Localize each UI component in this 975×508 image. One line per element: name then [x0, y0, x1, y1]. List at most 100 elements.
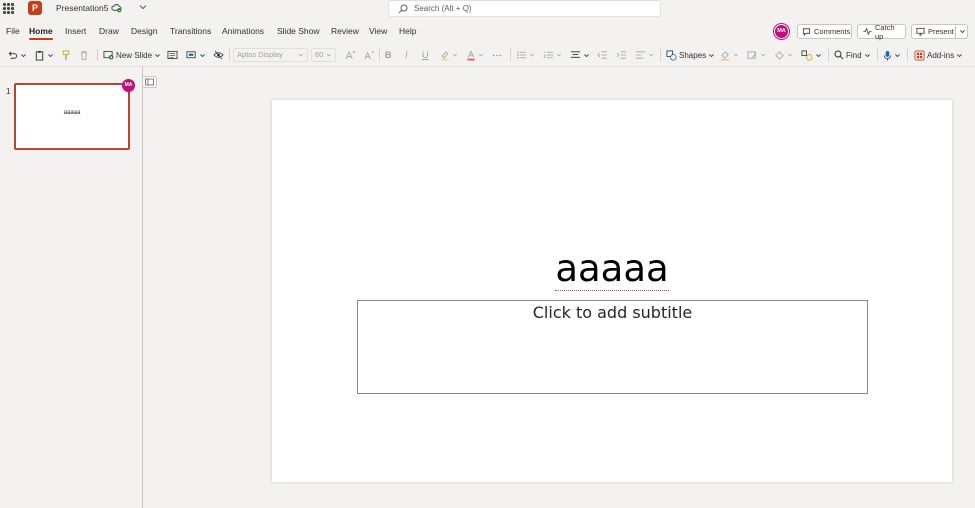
catch-up-label: Catch up: [875, 22, 895, 41]
underline-button[interactable]: U: [422, 48, 429, 62]
font-size-select[interactable]: 60: [311, 48, 336, 62]
decrease-font-icon: [364, 51, 375, 60]
catch-up-button[interactable]: Catch up: [857, 22, 906, 41]
find-button[interactable]: Find: [834, 48, 871, 62]
tab-file[interactable]: File: [6, 26, 20, 36]
highlight-button[interactable]: [440, 48, 458, 62]
italic-icon: I: [405, 50, 408, 60]
chevron-down-icon[interactable]: [138, 2, 148, 12]
shapes-icon: [666, 50, 677, 60]
shape-effects-button[interactable]: [774, 48, 793, 62]
chevron-down-icon: [733, 53, 739, 57]
chevron-down-icon: [709, 53, 715, 57]
thumbnail-title: aaaaa: [63, 110, 81, 116]
dictate-button[interactable]: [883, 48, 901, 62]
chevron-down-icon: [452, 53, 458, 57]
tab-home[interactable]: Home: [29, 26, 53, 40]
chevron-down-icon: [21, 53, 26, 57]
text-direction-button[interactable]: [635, 48, 654, 62]
document-title[interactable]: Presentation5: [56, 3, 108, 13]
present-dropdown-icon[interactable]: [959, 28, 966, 35]
tab-view[interactable]: View: [369, 26, 387, 36]
chevron-down-icon: [298, 53, 304, 57]
slide-thumbnail-1[interactable]: aaaaa: [14, 83, 130, 150]
thumbnail-number: 1: [6, 87, 11, 96]
shape-outline-button[interactable]: [747, 48, 766, 62]
slide-title-placeholder[interactable]: aaaaa: [272, 247, 952, 291]
undo-button[interactable]: [7, 48, 27, 62]
trash-icon: [80, 50, 88, 60]
search-box[interactable]: Search (Alt + Q): [388, 0, 661, 17]
align-center-icon: [570, 51, 581, 58]
search-placeholder: Search (Alt + Q): [414, 4, 472, 13]
arrange-button[interactable]: [801, 48, 822, 62]
chevron-down-icon: [895, 53, 900, 57]
comment-icon: [802, 28, 811, 36]
tab-transitions[interactable]: Transitions: [170, 26, 211, 36]
font-name-select[interactable]: Aptos Display: [233, 48, 308, 62]
collapse-pane-button[interactable]: [142, 76, 157, 88]
slide-layout-button[interactable]: [167, 48, 178, 62]
tab-animations[interactable]: Animations: [222, 26, 264, 36]
tab-design[interactable]: Design: [131, 26, 157, 36]
user-avatar[interactable]: MA: [774, 24, 789, 39]
app-launcher-icon[interactable]: [3, 3, 14, 14]
layout-icon: [167, 50, 178, 60]
shape-fill-button[interactable]: [720, 48, 739, 62]
delete-button[interactable]: [79, 48, 89, 62]
new-slide-label: New Slide: [116, 50, 153, 60]
shapes-label: Shapes: [679, 50, 707, 60]
increase-indent-button[interactable]: [616, 48, 627, 62]
slides-icon: [186, 51, 196, 59]
numbered-list-icon: [543, 51, 554, 59]
tab-slide-show[interactable]: Slide Show: [277, 26, 320, 36]
find-label: Find: [846, 50, 862, 60]
reuse-slides-button[interactable]: [186, 48, 206, 62]
chevron-down-icon: [787, 53, 793, 57]
decrease-indent-button[interactable]: [597, 48, 608, 62]
clipboard-icon: [35, 50, 44, 61]
numbering-button[interactable]: [543, 48, 562, 62]
tab-draw[interactable]: Draw: [99, 26, 119, 36]
underline-icon: U: [422, 50, 429, 60]
shapes-button[interactable]: Shapes: [666, 48, 715, 62]
subtitle-placeholder[interactable]: Click to add subtitle: [357, 300, 868, 394]
more-font-options-button[interactable]: ···: [492, 48, 502, 62]
cloud-saved-icon: [111, 4, 122, 13]
hide-slide-button[interactable]: [213, 48, 224, 62]
comments-button[interactable]: Comments: [797, 24, 852, 39]
chevron-down-icon: [584, 53, 589, 57]
slide-title-text: aaaaa: [555, 247, 669, 291]
bullet-list-icon: [517, 51, 527, 59]
chevron-down-icon: [556, 53, 562, 57]
slide-1[interactable]: aaaaa Click to add subtitle: [272, 100, 952, 482]
present-button[interactable]: Present: [911, 24, 968, 39]
italic-button[interactable]: I: [405, 48, 408, 62]
chevron-down-icon: [155, 53, 160, 57]
tab-insert[interactable]: Insert: [65, 26, 86, 36]
increase-font-size-button[interactable]: [345, 48, 356, 62]
font-name-value: Aptos Display: [237, 50, 283, 59]
bullets-button[interactable]: [516, 48, 535, 62]
tab-review[interactable]: Review: [331, 26, 359, 36]
tab-help[interactable]: Help: [399, 26, 416, 36]
search-icon: [398, 4, 408, 14]
add-ins-button[interactable]: Add-ins: [914, 48, 963, 62]
font-color-button[interactable]: [466, 48, 484, 62]
bold-icon: B: [385, 50, 392, 60]
format-painter-button[interactable]: [61, 48, 71, 62]
add-ins-icon: [914, 50, 925, 60]
align-button[interactable]: [570, 48, 590, 62]
text-direction-icon: [635, 51, 646, 59]
font-size-value: 60: [315, 50, 324, 59]
title-bar: P Presentation5 Search (Alt + Q): [0, 0, 975, 20]
paste-button[interactable]: [34, 48, 54, 62]
bold-button[interactable]: B: [385, 48, 392, 62]
arrange-icon: [801, 50, 813, 60]
new-slide-button[interactable]: New Slide: [103, 48, 161, 62]
chevron-down-icon: [478, 53, 484, 57]
present-label: Present: [928, 27, 954, 36]
shape-effects-icon: [775, 50, 784, 60]
chevron-down-icon: [200, 53, 205, 57]
decrease-font-size-button[interactable]: [364, 48, 375, 62]
